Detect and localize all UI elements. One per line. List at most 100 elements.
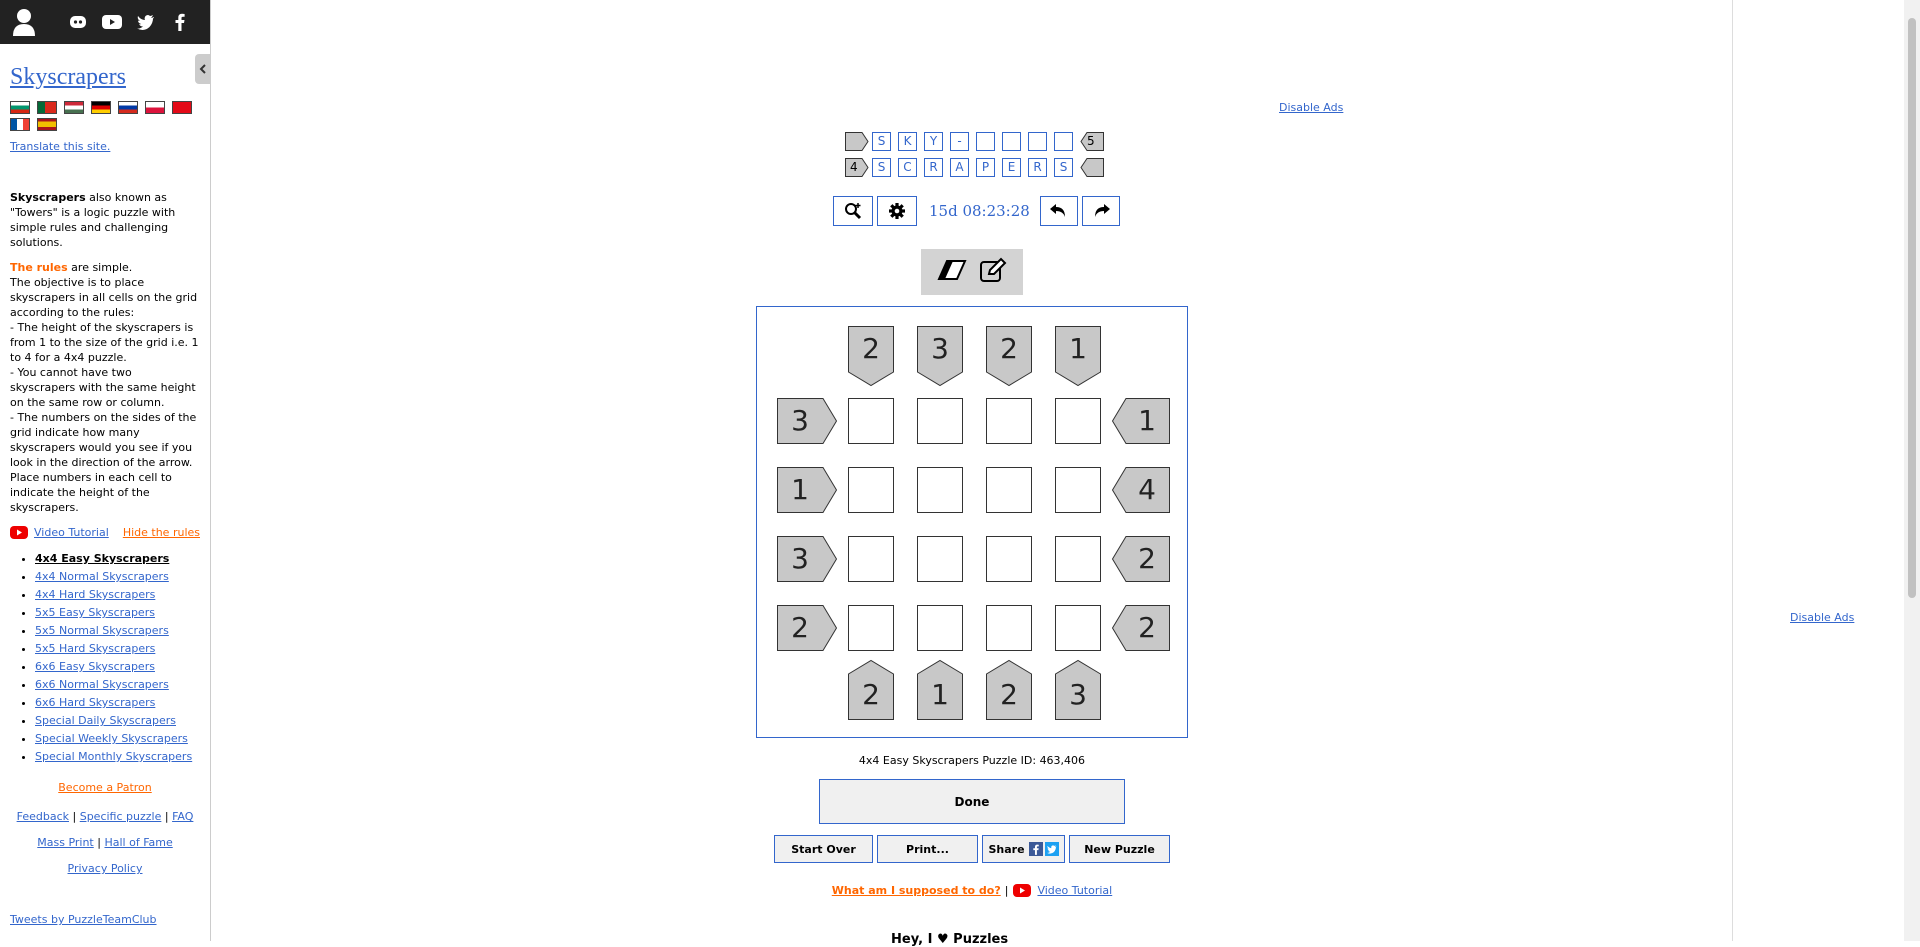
list-item: 5x5 Easy Skyscrapers [35,604,200,622]
video-tutorial-link[interactable]: Video Tutorial [1037,884,1112,897]
puzzle-link-special-daily[interactable]: Special Daily Skyscrapers [35,714,176,727]
discord-icon[interactable] [66,10,90,34]
collapse-sidebar-button[interactable] [195,54,210,84]
redo-icon [1094,204,1110,217]
separator: | [97,836,101,849]
puzzle-link-special-monthly[interactable]: Special Monthly Skyscrapers [35,750,192,763]
mass-print-link[interactable]: Mass Print [37,836,94,849]
flag-es-icon[interactable] [37,118,57,131]
grid-cell[interactable] [986,398,1032,444]
twitter-icon[interactable] [134,10,158,34]
clue-right-number: 4 [1138,473,1156,506]
flag-pt-icon[interactable] [37,101,57,114]
youtube-icon[interactable] [100,10,124,34]
flag-pl-icon[interactable] [145,101,165,114]
faq-link[interactable]: FAQ [172,810,193,823]
become-patron-link[interactable]: Become a Patron [58,781,151,794]
puzzle-link-4x4-easy[interactable]: 4x4 Easy Skyscrapers [35,552,169,565]
grid-cell[interactable] [1055,398,1101,444]
puzzle-link-5x5-hard[interactable]: 5x5 Hard Skyscrapers [35,642,155,655]
grid-cell[interactable] [917,605,963,651]
feedback-link[interactable]: Feedback [17,810,69,823]
grid-cell[interactable] [986,605,1032,651]
tweets-link[interactable]: Tweets by PuzzleTeamClub [10,912,200,927]
logo-clue-right: 5 [1080,131,1104,151]
zoom-button[interactable] [833,196,873,226]
done-button[interactable]: Done [819,779,1125,824]
disable-ads-link-right[interactable]: Disable Ads [1790,611,1854,624]
flag-de-icon[interactable] [91,101,111,114]
page-scrollbar[interactable] [1904,0,1920,941]
grid-cell[interactable] [848,536,894,582]
grid-cell[interactable] [917,536,963,582]
flag-fr-icon[interactable] [10,118,30,131]
clue-right-number: 1 [1138,404,1156,437]
eraser-button[interactable] [937,259,967,285]
grid-cell[interactable] [848,467,894,513]
language-flags [10,101,200,135]
sidebar: Skyscrapers Translate this site. Skyscra… [0,0,211,941]
grid-cell[interactable] [986,467,1032,513]
facebook-icon[interactable] [168,10,192,34]
flag-ru-icon[interactable] [118,101,138,114]
twitter-icon [1044,842,1059,856]
main-content: Disable Ads S K Y - 5 4 S C R A P E R S [211,0,1732,947]
grid-cell[interactable] [848,605,894,651]
share-button[interactable]: Share [982,835,1065,863]
puzzle-link-6x6-hard[interactable]: 6x6 Hard Skyscrapers [35,696,155,709]
grid-cell[interactable] [917,398,963,444]
specific-puzzle-link[interactable]: Specific puzzle [80,810,162,823]
user-icon[interactable] [12,7,36,37]
clue-arrow-left-icon [1080,157,1104,177]
print-button[interactable]: Print... [877,835,978,863]
clue-left-number: 3 [791,404,809,437]
logo-row-1: S K Y - 5 [845,131,1104,151]
undo-button[interactable] [1039,196,1078,226]
clue-left-number: 3 [791,542,809,575]
rules-line: - The height of the skyscrapers is from … [10,321,199,364]
help-link[interactable]: What am I supposed to do? [832,884,1001,897]
hide-rules-link[interactable]: Hide the rules [123,525,200,540]
logo-letter [976,131,995,151]
puzzle-link-6x6-normal[interactable]: 6x6 Normal Skyscrapers [35,678,169,691]
puzzle-link-special-weekly[interactable]: Special Weekly Skyscrapers [35,732,188,745]
site-title-link[interactable]: Skyscrapers [10,63,126,91]
list-item: Special Monthly Skyscrapers [35,748,200,766]
tutorial-row: Video Tutorial Hide the rules [10,525,200,540]
puzzle-link-4x4-normal[interactable]: 4x4 Normal Skyscrapers [35,570,169,583]
puzzle-link-4x4-hard[interactable]: 4x4 Hard Skyscrapers [35,588,155,601]
video-tutorial-link[interactable]: Video Tutorial [34,525,109,540]
rules-line: Place numbers in each cell to indicate t… [10,471,172,514]
clue-top-number: 1 [1069,332,1087,365]
puzzle-link-6x6-easy[interactable]: 6x6 Easy Skyscrapers [35,660,155,673]
settings-button[interactable] [877,196,917,226]
grid-cell[interactable] [848,398,894,444]
grid-cell[interactable] [986,536,1032,582]
flag-hu-icon[interactable] [64,101,84,114]
privacy-policy-link[interactable]: Privacy Policy [68,862,143,875]
list-item: Special Daily Skyscrapers [35,712,200,730]
new-puzzle-button[interactable]: New Puzzle [1069,835,1170,863]
clue-left-number: 1 [791,473,809,506]
puzzle-link-5x5-easy[interactable]: 5x5 Easy Skyscrapers [35,606,155,619]
grid-cell[interactable] [1055,605,1101,651]
puzzle-link-5x5-normal[interactable]: 5x5 Normal Skyscrapers [35,624,169,637]
divider [1732,0,1733,941]
flag-tr-icon[interactable] [172,101,192,114]
translate-link[interactable]: Translate this site. [10,139,200,154]
start-over-button[interactable]: Start Over [774,835,873,863]
hall-of-fame-link[interactable]: Hall of Fame [104,836,172,849]
grid-cell[interactable] [1055,467,1101,513]
grid-cell[interactable] [1055,536,1101,582]
logo-clue-number: 4 [850,159,858,174]
pencil-button[interactable] [979,257,1007,287]
flag-bg-icon[interactable] [10,101,30,114]
disable-ads-link[interactable]: Disable Ads [1279,101,1343,114]
logo-letter: E [1002,157,1021,177]
redo-button[interactable] [1081,196,1120,226]
share-label: Share [988,842,1025,856]
scrollbar-thumb[interactable] [1908,18,1916,598]
sidebar-topbar [0,0,210,44]
clue-bottom-number: 2 [1000,678,1018,711]
grid-cell[interactable] [917,467,963,513]
